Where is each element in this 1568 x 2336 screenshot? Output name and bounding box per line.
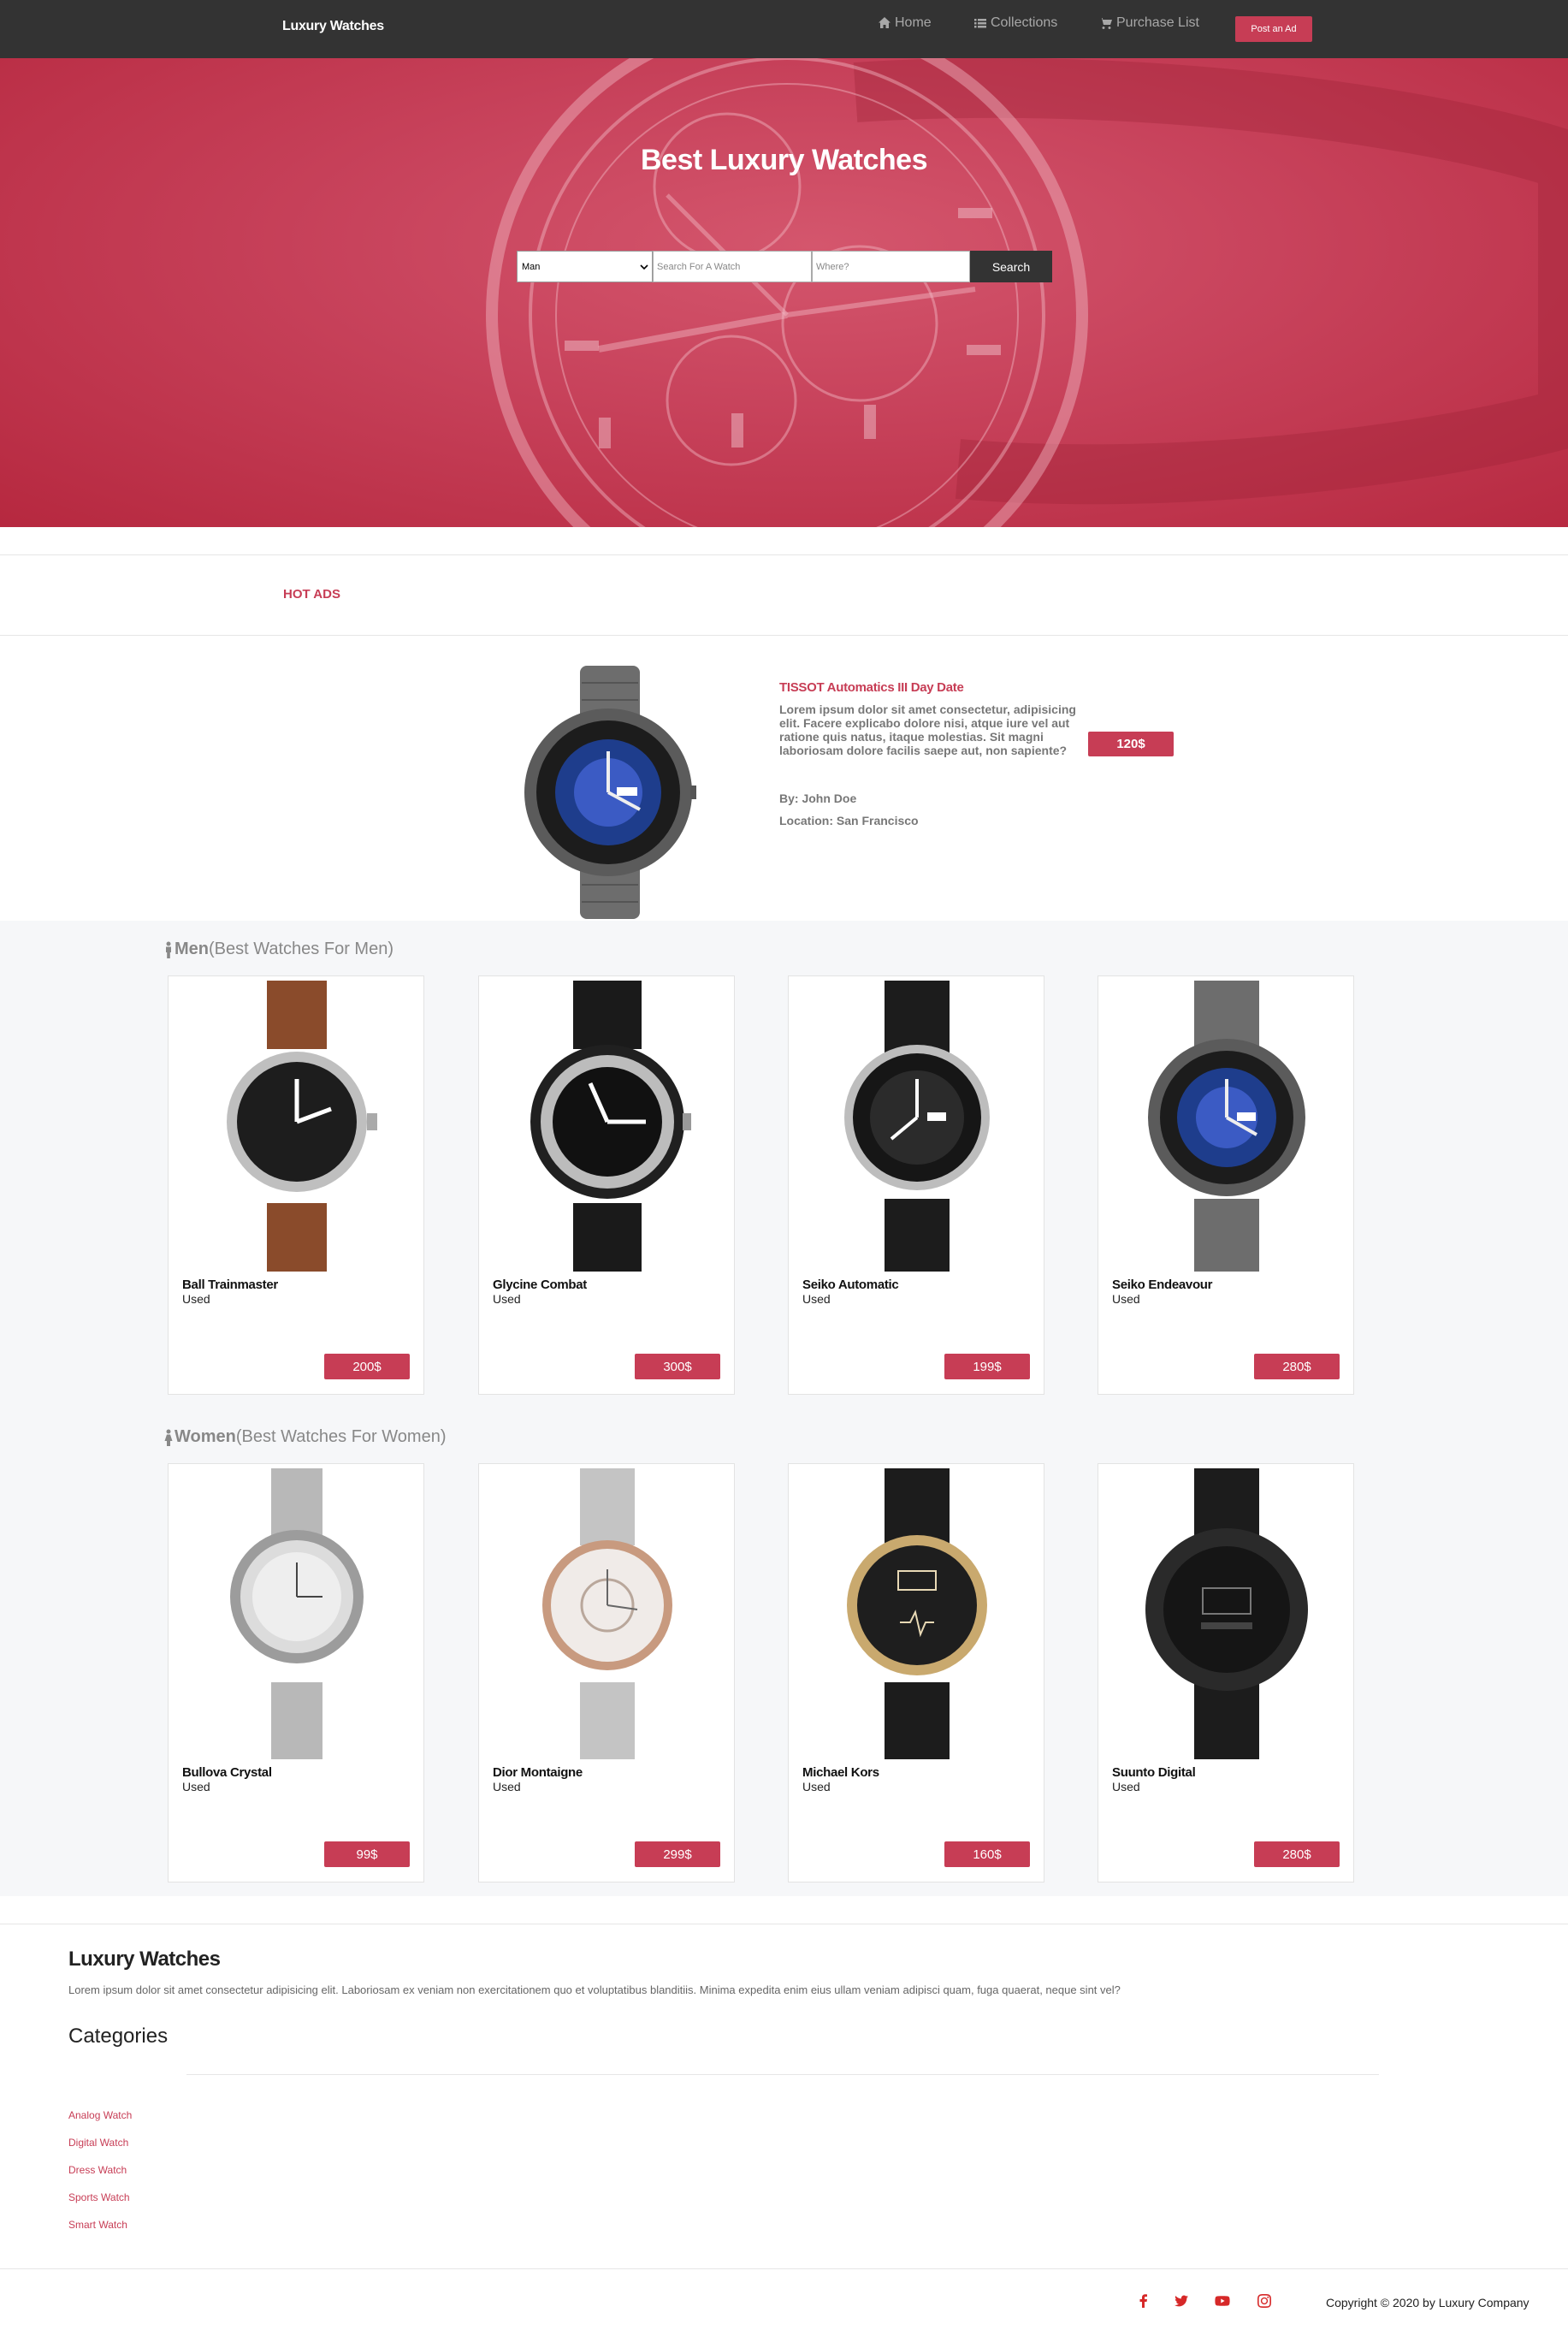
product-price-button[interactable]: 299$	[635, 1841, 720, 1867]
hero-title: Best Luxury Watches	[641, 144, 928, 176]
product-image	[542, 1468, 672, 1759]
nav-collections-label: Collections	[991, 15, 1058, 30]
product-price-button[interactable]: 99$	[324, 1841, 410, 1867]
product-condition: Used	[493, 1780, 521, 1794]
nav-home[interactable]: Home	[878, 15, 932, 31]
brand-logo[interactable]: Luxury Watches	[282, 19, 384, 34]
list-icon	[974, 19, 986, 28]
nav-home-label: Home	[895, 15, 932, 30]
featured-seller: By: John Doe	[779, 792, 857, 805]
instagram-icon[interactable]	[1257, 2293, 1272, 2309]
product-image	[230, 1468, 364, 1759]
product-name: Bullova Crystal	[182, 1765, 272, 1780]
female-icon	[164, 1429, 173, 1446]
product-name: Dior Montaigne	[493, 1765, 583, 1780]
hero-watch-image	[486, 58, 1568, 527]
product-image	[1145, 1468, 1308, 1759]
cart-icon	[1099, 18, 1112, 29]
male-icon	[166, 941, 171, 958]
home-icon	[879, 17, 891, 28]
women-title: Women	[175, 1427, 236, 1446]
product-name: Seiko Automatic	[802, 1278, 899, 1292]
product-price-button[interactable]: 280$	[1254, 1841, 1340, 1867]
product-name: Ball Trainmaster	[182, 1278, 278, 1292]
product-condition: Used	[1112, 1292, 1140, 1306]
product-card[interactable]: Ball Trainmaster Used 200$	[168, 975, 424, 1395]
product-card[interactable]: Bullova Crystal Used 99$	[168, 1463, 424, 1882]
gender-select[interactable]: Man	[517, 251, 653, 282]
product-price-button[interactable]: 199$	[944, 1354, 1030, 1379]
navbar: Luxury Watches Home Collections Purchase…	[0, 0, 1568, 58]
divider	[0, 554, 1568, 555]
facebook-icon[interactable]	[1136, 2293, 1151, 2309]
youtube-icon[interactable]	[1215, 2293, 1230, 2309]
gender-select-value: Man	[522, 261, 541, 272]
men-subtitle: (Best Watches For Men)	[209, 940, 393, 958]
divider	[0, 635, 1568, 636]
watch-search-input[interactable]: Search For A Watch	[653, 251, 812, 282]
post-ad-button[interactable]: Post an Ad	[1235, 16, 1312, 42]
footer-title: Luxury Watches	[68, 1948, 221, 1971]
product-condition: Used	[802, 1780, 831, 1794]
nav-collections[interactable]: Collections	[973, 15, 1057, 31]
location-input[interactable]: Where?	[812, 251, 970, 282]
featured-description: Lorem ipsum dolor sit amet consectetur, …	[779, 703, 1076, 757]
product-price-button[interactable]: 300$	[635, 1354, 720, 1379]
product-price-button[interactable]: 160$	[944, 1841, 1030, 1867]
product-condition: Used	[802, 1292, 831, 1306]
men-title: Men	[175, 940, 209, 958]
search-bar: Man Search For A Watch Where? Search	[517, 251, 1052, 282]
category-link[interactable]: Smart Watch	[68, 2219, 127, 2231]
women-section-title: Women (Best Watches For Women)	[164, 1427, 446, 1447]
product-name: Suunto Digital	[1112, 1765, 1196, 1780]
product-card[interactable]: Dior Montaigne Used 299$	[478, 1463, 735, 1882]
product-image	[847, 1468, 987, 1759]
hero-banner: Best Luxury Watches Man Search For A Wat…	[0, 58, 1568, 527]
product-condition: Used	[182, 1780, 210, 1794]
divider	[0, 2268, 1568, 2269]
twitter-icon[interactable]	[1174, 2293, 1189, 2309]
search-button[interactable]: Search	[970, 251, 1052, 282]
product-image	[227, 981, 377, 1272]
category-link[interactable]: Dress Watch	[68, 2164, 127, 2176]
featured-price[interactable]: 120$	[1088, 732, 1174, 756]
product-image	[530, 981, 691, 1272]
category-link[interactable]: Sports Watch	[68, 2191, 130, 2203]
nav-purchase-list[interactable]: Purchase List	[1099, 15, 1199, 31]
product-image	[1148, 981, 1305, 1272]
product-price-button[interactable]: 200$	[324, 1354, 410, 1379]
hot-ads-label: HOT ADS	[283, 587, 340, 602]
featured-watch-image[interactable]	[520, 666, 696, 919]
product-name: Michael Kors	[802, 1765, 879, 1780]
product-condition: Used	[493, 1292, 521, 1306]
product-card[interactable]: Seiko Automatic Used 199$	[788, 975, 1044, 1395]
product-price-button[interactable]: 280$	[1254, 1354, 1340, 1379]
women-subtitle: (Best Watches For Women)	[235, 1427, 447, 1446]
copyright-text: Copyright © 2020 by Luxury Company	[1326, 2296, 1530, 2309]
featured-location: Location: San Francisco	[779, 814, 919, 827]
product-condition: Used	[182, 1292, 210, 1306]
categories-title: Categories	[68, 2025, 169, 2048]
product-card[interactable]: Suunto Digital Used 280$	[1098, 1463, 1354, 1882]
category-link[interactable]: Digital Watch	[68, 2137, 128, 2149]
product-card[interactable]: Michael Kors Used 160$	[788, 1463, 1044, 1882]
product-name: Seiko Endeavour	[1112, 1278, 1213, 1292]
featured-title[interactable]: TISSOT Automatics III Day Date	[779, 680, 964, 695]
product-card[interactable]: Glycine Combat Used 300$	[478, 975, 735, 1395]
nav-purchase-list-label: Purchase List	[1116, 15, 1199, 30]
product-card[interactable]: Seiko Endeavour Used 280$	[1098, 975, 1354, 1395]
product-image	[844, 981, 990, 1272]
divider	[186, 2074, 1379, 2075]
footer-text: Lorem ipsum dolor sit amet consectetur a…	[68, 1983, 1121, 1996]
category-link[interactable]: Analog Watch	[68, 2109, 132, 2121]
men-section-title: Men (Best Watches For Men)	[164, 940, 393, 959]
product-condition: Used	[1112, 1780, 1140, 1794]
product-name: Glycine Combat	[493, 1278, 587, 1292]
chevron-down-icon	[640, 264, 648, 270]
